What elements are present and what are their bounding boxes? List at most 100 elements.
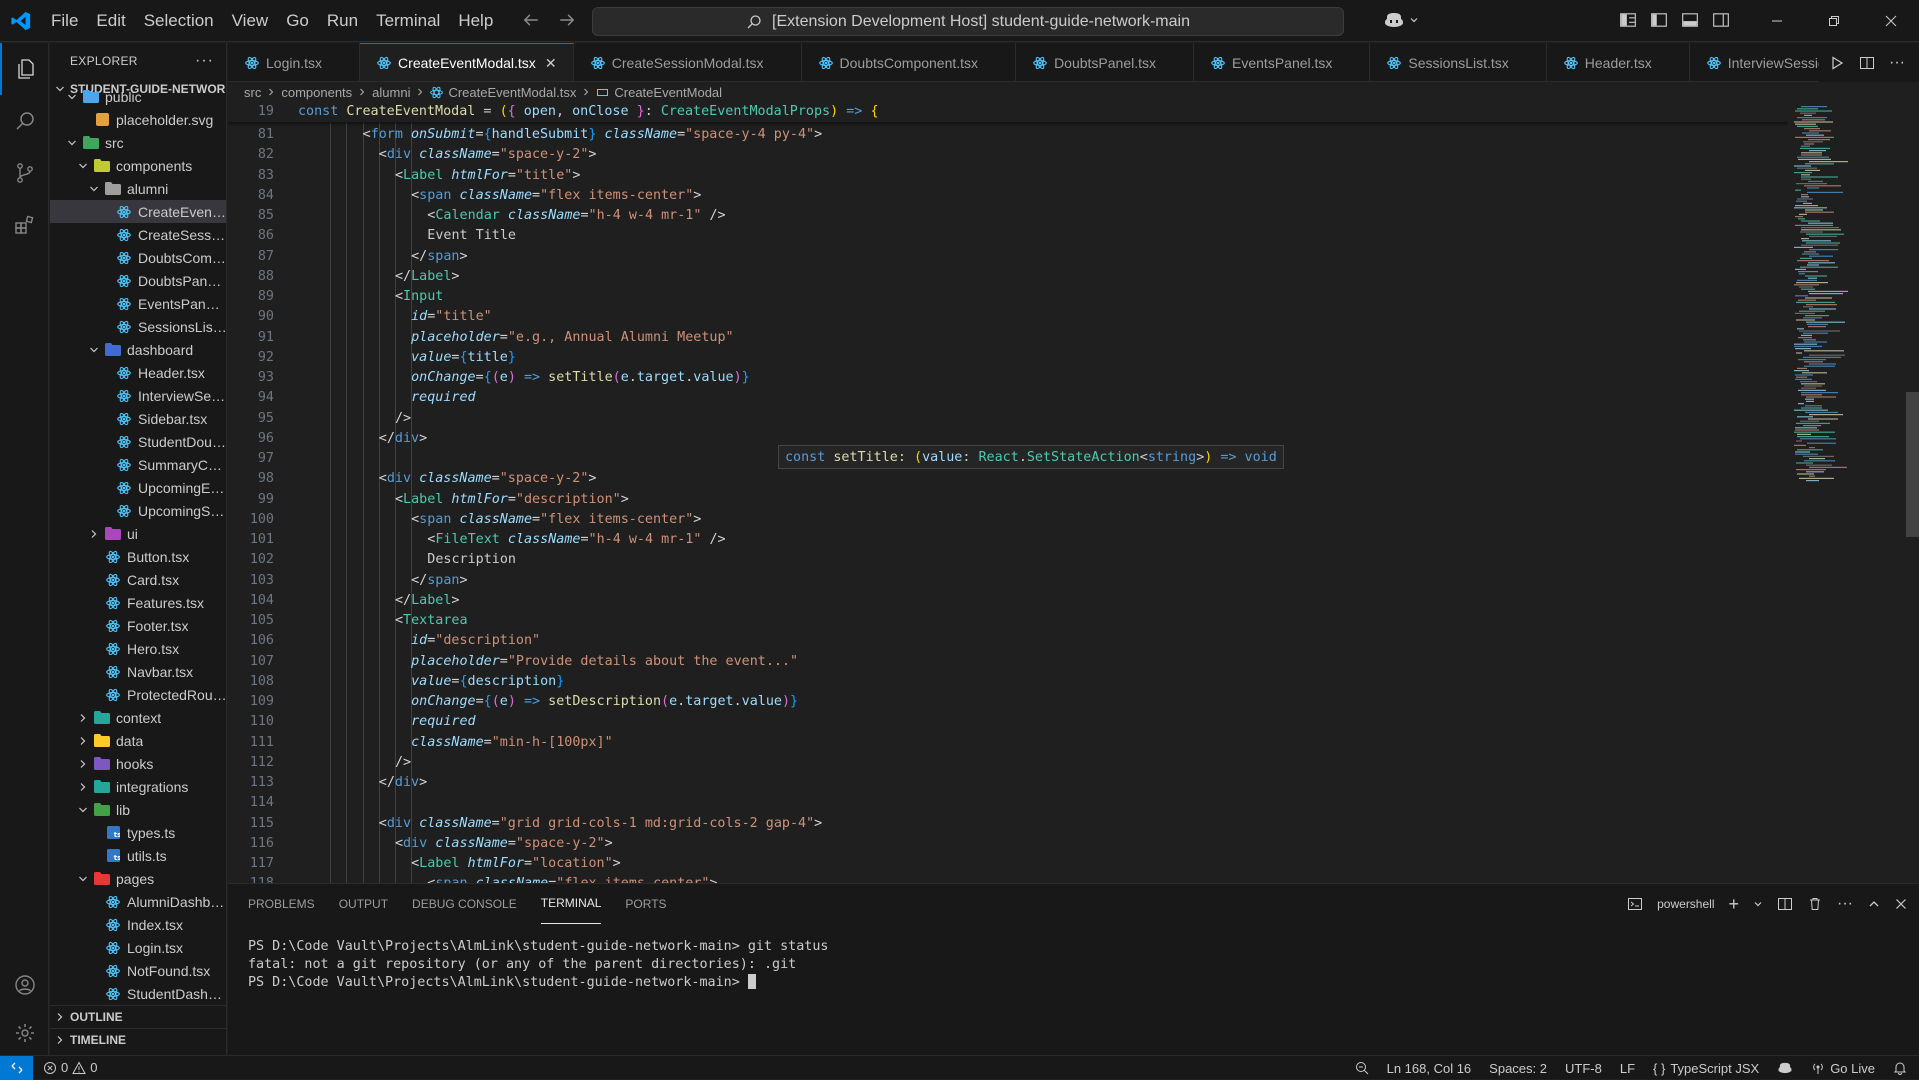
- chevron-down-icon[interactable]: [1753, 899, 1763, 909]
- panel-tab-ports[interactable]: PORTS: [625, 884, 666, 924]
- folder-item[interactable]: integrations: [50, 775, 226, 798]
- breadcrumb-item[interactable]: CreateEventModal.tsx: [448, 85, 576, 100]
- file-item[interactable]: Navbar.tsx: [50, 660, 226, 683]
- breadcrumb-item[interactable]: CreateEventModal: [614, 85, 722, 100]
- folder-item[interactable]: public: [50, 85, 226, 108]
- toggle-panel-icon[interactable]: [1681, 11, 1699, 29]
- folder-item[interactable]: context: [50, 706, 226, 729]
- file-item[interactable]: NotFound.tsx: [50, 959, 226, 982]
- menu-terminal[interactable]: Terminal: [367, 6, 449, 36]
- file-item[interactable]: Sidebar.tsx: [50, 407, 226, 430]
- file-item[interactable]: CreateEventM...: [50, 200, 226, 223]
- folder-item[interactable]: pages: [50, 867, 226, 890]
- panel-tab-debug-console[interactable]: DEBUG CONSOLE: [412, 884, 517, 924]
- run-icon[interactable]: [1829, 55, 1845, 71]
- indentation[interactable]: Spaces: 2: [1489, 1061, 1547, 1076]
- file-item[interactable]: AlumniDashbo...: [50, 890, 226, 913]
- panel-tab-terminal[interactable]: TERMINAL: [540, 884, 602, 924]
- menu-go[interactable]: Go: [277, 6, 318, 36]
- file-item[interactable]: SummaryCar...: [50, 453, 226, 476]
- minimap[interactable]: [1788, 102, 1919, 883]
- timeline-section[interactable]: TIMELINE: [50, 1028, 226, 1051]
- file-item[interactable]: Index.tsx: [50, 913, 226, 936]
- file-item[interactable]: Login.tsx: [50, 936, 226, 959]
- editor-tab[interactable]: CreateSessionModal.tsx: [573, 43, 802, 81]
- encoding[interactable]: UTF-8: [1565, 1061, 1602, 1076]
- panel-tab-output[interactable]: OUTPUT: [339, 884, 388, 924]
- editor-tab-active[interactable]: CreateEventModal.tsx ✕: [360, 43, 574, 81]
- forward-arrow-icon[interactable]: [558, 11, 576, 29]
- file-item[interactable]: Button.tsx: [50, 545, 226, 568]
- file-item[interactable]: Header.tsx: [50, 361, 226, 384]
- close-tab-icon[interactable]: ✕: [543, 55, 559, 72]
- file-item[interactable]: CreateSession...: [50, 223, 226, 246]
- shell-name[interactable]: powershell: [1657, 897, 1714, 911]
- split-editor-icon[interactable]: [1859, 55, 1875, 71]
- folder-item[interactable]: ui: [50, 522, 226, 545]
- editor-tab[interactable]: DoubtsPanel.tsx: [1016, 43, 1195, 81]
- menu-edit[interactable]: Edit: [87, 6, 134, 36]
- copilot-button[interactable]: [1383, 11, 1419, 29]
- editor-tab[interactable]: Login.tsx: [228, 43, 361, 81]
- file-item[interactable]: SessionsList.tsx: [50, 315, 226, 338]
- folder-item[interactable]: components: [50, 154, 226, 177]
- breadcrumb-item[interactable]: components: [281, 85, 352, 100]
- editor-tab[interactable]: EventsPanel.tsx: [1194, 43, 1371, 81]
- folder-item[interactable]: lib: [50, 798, 226, 821]
- problems-indicator[interactable]: 0 0: [43, 1060, 97, 1075]
- menu-selection[interactable]: Selection: [135, 6, 223, 36]
- file-item[interactable]: Card.tsx: [50, 568, 226, 591]
- customize-layout-icon[interactable]: [1619, 11, 1637, 29]
- close-panel-icon[interactable]: [1895, 898, 1907, 910]
- sticky-scroll-line[interactable]: 19 const CreateEventModal = ({ open, onC…: [228, 102, 1788, 122]
- folder-item[interactable]: dashboard: [50, 338, 226, 361]
- minimize-button[interactable]: [1748, 0, 1805, 42]
- extensions-activity[interactable]: [0, 199, 49, 251]
- toggle-secondary-sidebar-icon[interactable]: [1712, 11, 1730, 29]
- explorer-activity[interactable]: [0, 43, 49, 95]
- menu-help[interactable]: Help: [449, 6, 502, 36]
- file-item[interactable]: ts types.ts: [50, 821, 226, 844]
- editor-tab[interactable]: Header.tsx: [1546, 43, 1690, 81]
- notifications-icon[interactable]: [1893, 1061, 1907, 1075]
- file-item[interactable]: InterviewSessi...: [50, 384, 226, 407]
- editor-tab[interactable]: DoubtsComponent.tsx: [801, 43, 1017, 81]
- outline-section[interactable]: OUTLINE: [50, 1005, 226, 1028]
- file-item[interactable]: Footer.tsx: [50, 614, 226, 637]
- folder-item[interactable]: hooks: [50, 752, 226, 775]
- folder-item[interactable]: alumni: [50, 177, 226, 200]
- file-item[interactable]: ts utils.ts: [50, 844, 226, 867]
- file-item[interactable]: UpcomingEve...: [50, 476, 226, 499]
- terminal-output[interactable]: PS D:\Code Vault\Projects\AlmLink\studen…: [248, 938, 828, 992]
- file-item[interactable]: Hero.tsx: [50, 637, 226, 660]
- folder-item[interactable]: src: [50, 131, 226, 154]
- copilot-status-icon[interactable]: [1777, 1061, 1793, 1075]
- menu-run[interactable]: Run: [318, 6, 367, 36]
- source-control-activity[interactable]: [0, 147, 49, 199]
- file-item[interactable]: DoubtsComp...: [50, 246, 226, 269]
- file-item[interactable]: Features.tsx: [50, 591, 226, 614]
- remote-indicator[interactable]: [0, 1055, 33, 1080]
- search-activity[interactable]: [0, 95, 49, 147]
- cursor-position[interactable]: Ln 168, Col 16: [1387, 1061, 1472, 1076]
- language-mode[interactable]: { } TypeScript JSX: [1653, 1061, 1759, 1076]
- more-actions-icon[interactable]: ···: [1837, 895, 1853, 913]
- breadcrumb-item[interactable]: alumni: [372, 85, 410, 100]
- manage-activity[interactable]: [0, 1007, 49, 1059]
- file-item[interactable]: DoubtsPanel.t...: [50, 269, 226, 292]
- accounts-activity[interactable]: [0, 959, 49, 1011]
- new-terminal-icon[interactable]: +: [1729, 894, 1740, 915]
- panel-tab-problems[interactable]: PROBLEMS: [248, 884, 315, 924]
- go-live-button[interactable]: Go Live: [1811, 1061, 1875, 1076]
- file-item[interactable]: StudentDashbo...: [50, 982, 226, 1005]
- zoom-icon[interactable]: [1355, 1061, 1369, 1075]
- editor-tab[interactable]: SessionsList.tsx: [1370, 43, 1547, 81]
- toggle-primary-sidebar-icon[interactable]: [1650, 11, 1668, 29]
- menu-view[interactable]: View: [223, 6, 278, 36]
- close-window-button[interactable]: [1862, 0, 1919, 42]
- end-of-line[interactable]: LF: [1620, 1061, 1635, 1076]
- code-editor[interactable]: 19 const CreateEventModal = ({ open, onC…: [228, 102, 1788, 883]
- maximize-panel-icon[interactable]: [1867, 897, 1881, 911]
- file-item[interactable]: placeholder.svg: [50, 108, 226, 131]
- command-center-search[interactable]: [Extension Development Host] student-gui…: [592, 7, 1344, 36]
